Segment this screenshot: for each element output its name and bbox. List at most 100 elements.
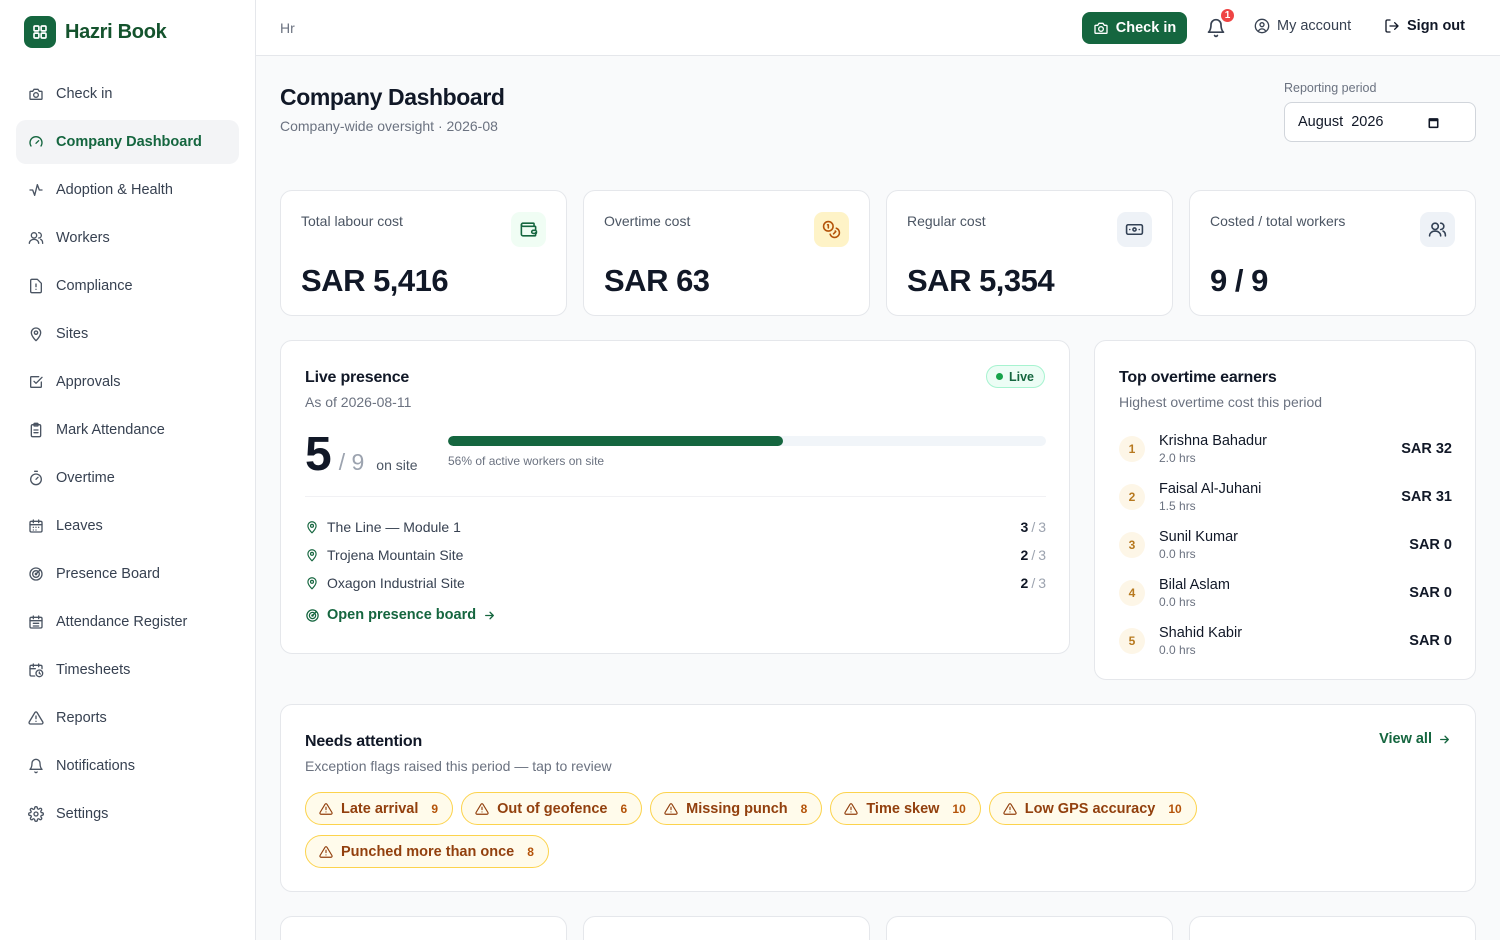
sign-out-label: Sign out [1407, 18, 1465, 34]
earner-row[interactable]: 5 Shahid Kabir 0.0 hrs SAR 0 [1119, 617, 1452, 665]
earner-name: Shahid Kabir [1159, 625, 1243, 641]
site-name: Trojena Mountain Site [327, 547, 464, 563]
site-count: 2 [1020, 547, 1029, 563]
live-badge: Live [985, 365, 1045, 388]
site-row: Oxagon Industrial Site 2/3 [305, 569, 1046, 597]
sidebar-item-timesheets[interactable]: Timesheets [16, 648, 239, 692]
sidebar-item-check-in[interactable]: Check in [16, 72, 239, 116]
sidebar-item-sites[interactable]: Sites [16, 312, 239, 356]
log-out-icon [1384, 18, 1400, 34]
stat-label: Total labour cost [301, 213, 403, 229]
site-separator: / [1031, 547, 1036, 563]
site-total: 3 [1038, 519, 1046, 535]
view-all-link[interactable]: View all [1379, 731, 1451, 747]
activity-icon [28, 182, 44, 198]
gear-icon [28, 806, 44, 822]
flag-chip-out-of-geofence[interactable]: Out of geofence 6 [461, 792, 643, 825]
sidebar-item-label: Attendance Register [56, 614, 188, 630]
earner-info: Faisal Al-Juhani 1.5 hrs [1159, 480, 1401, 514]
reporting-period-value: August 2026 [1298, 114, 1384, 130]
flag-label: Time skew [866, 800, 940, 817]
sidebar-item-label: Presence Board [56, 566, 160, 582]
users-icon [1428, 220, 1447, 239]
sidebar-item-reports[interactable]: Reports [16, 696, 239, 740]
sign-out-button[interactable]: Sign out [1384, 18, 1465, 34]
earner-list: 1 Krishna Bahadur 2.0 hrs SAR 32 2 Faisal Al-… [1119, 425, 1452, 665]
flag-label: Late arrival [341, 800, 419, 817]
brand-logo-icon [24, 16, 56, 48]
earner-amount: SAR 0 [1409, 585, 1452, 601]
lower-card [886, 916, 1173, 940]
rank-badge: 2 [1119, 484, 1145, 510]
square-check-icon [28, 374, 44, 390]
flag-chip-punched-more-than-once[interactable]: Punched more than once 8 [305, 835, 549, 868]
sidebar-item-adoption-and-health[interactable]: Adoption & Health [16, 168, 239, 212]
flag-label: Out of geofence [497, 800, 608, 817]
needs-attention-card: Needs attention Exception flags raised t… [280, 704, 1476, 892]
stat-value: SAR 5,416 [301, 263, 449, 298]
earner-amount: SAR 0 [1409, 633, 1452, 649]
check-in-label: Check in [1115, 20, 1177, 36]
sidebar-item-compliance[interactable]: Compliance [16, 264, 239, 308]
check-in-button[interactable]: Check in [1082, 12, 1187, 44]
radar-icon [28, 566, 44, 582]
earner-row[interactable]: 1 Krishna Bahadur 2.0 hrs SAR 32 [1119, 425, 1452, 473]
sidebar-item-company-dashboard[interactable]: Company Dashboard [16, 120, 239, 164]
flag-chip-low-gps-accuracy[interactable]: Low GPS accuracy 10 [988, 792, 1197, 825]
live-presence-title: Live presence [305, 369, 410, 386]
clipboard-icon [28, 422, 44, 438]
warning-triangle-icon [844, 802, 858, 816]
wallet-icon [519, 220, 538, 239]
earner-amount: SAR 0 [1409, 537, 1452, 553]
flag-count: 9 [431, 801, 439, 816]
sidebar-item-notifications[interactable]: Notifications [16, 744, 239, 788]
presence-progress-bar [448, 436, 1046, 446]
reporting-period-input[interactable]: August 2026 [1284, 102, 1476, 142]
live-presence-date: As of 2026-08-11 [305, 394, 412, 410]
breadcrumb[interactable]: Hr [280, 20, 295, 36]
earner-row[interactable]: 3 Sunil Kumar 0.0 hrs SAR 0 [1119, 521, 1452, 569]
sidebar-item-overtime[interactable]: Overtime [16, 456, 239, 500]
open-presence-board-link[interactable]: Open presence board [305, 607, 496, 623]
sidebar-nav: Check in Company Dashboard Adoption & Heal… [16, 72, 239, 840]
sidebar: Hazri Book Check in Company Dashboard Adop… [0, 0, 256, 940]
flag-chip-time-skew[interactable]: Time skew 10 [830, 792, 981, 825]
stat-icon-wrap [511, 212, 546, 247]
calendar-picker-icon[interactable] [1426, 115, 1441, 130]
stat-icon-wrap [1117, 212, 1152, 247]
on-site-number: 5 [305, 428, 332, 481]
warning-triangle-icon [664, 802, 678, 816]
sidebar-item-attendance-register[interactable]: Attendance Register [16, 600, 239, 644]
sidebar-item-approvals[interactable]: Approvals [16, 360, 239, 404]
earner-name: Sunil Kumar [1159, 529, 1238, 545]
flag-chip-late-arrival[interactable]: Late arrival 9 [305, 792, 454, 825]
sidebar-item-workers[interactable]: Workers [16, 216, 239, 260]
sidebar-item-leaves[interactable]: Leaves [16, 504, 239, 548]
sidebar-item-label: Timesheets [56, 662, 131, 678]
sidebar-item-mark-attendance[interactable]: Mark Attendance [16, 408, 239, 452]
stat-icon-wrap [814, 212, 849, 247]
gauge-icon [28, 134, 44, 150]
sidebar-item-presence-board[interactable]: Presence Board [16, 552, 239, 596]
open-presence-board-label: Open presence board [327, 607, 477, 623]
flag-label: Missing punch [686, 800, 788, 817]
timer-icon [28, 470, 44, 486]
site-separator: / [1031, 575, 1036, 591]
sidebar-item-settings[interactable]: Settings [16, 792, 239, 836]
earner-row[interactable]: 2 Faisal Al-Juhani 1.5 hrs SAR 31 [1119, 473, 1452, 521]
earner-hours: 2.0 hrs [1159, 451, 1196, 465]
sidebar-item-label: Leaves [56, 518, 103, 534]
brand[interactable]: Hazri Book [24, 16, 167, 48]
my-account-link[interactable]: My account [1254, 18, 1351, 34]
needs-attention-subtitle: Exception flags raised this period — tap… [305, 758, 612, 774]
earner-amount: SAR 32 [1401, 441, 1452, 457]
earner-info: Krishna Bahadur 2.0 hrs [1159, 432, 1401, 466]
map-pin-icon [305, 576, 319, 590]
banknote-icon [1125, 220, 1144, 239]
brand-name: Hazri Book [65, 20, 167, 43]
site-name: Oxagon Industrial Site [327, 575, 465, 591]
earner-row[interactable]: 4 Bilal Aslam 0.0 hrs SAR 0 [1119, 569, 1452, 617]
flag-count: 10 [1168, 801, 1182, 816]
flag-chip-missing-punch[interactable]: Missing punch 8 [650, 792, 823, 825]
sidebar-item-label: Approvals [56, 374, 121, 390]
